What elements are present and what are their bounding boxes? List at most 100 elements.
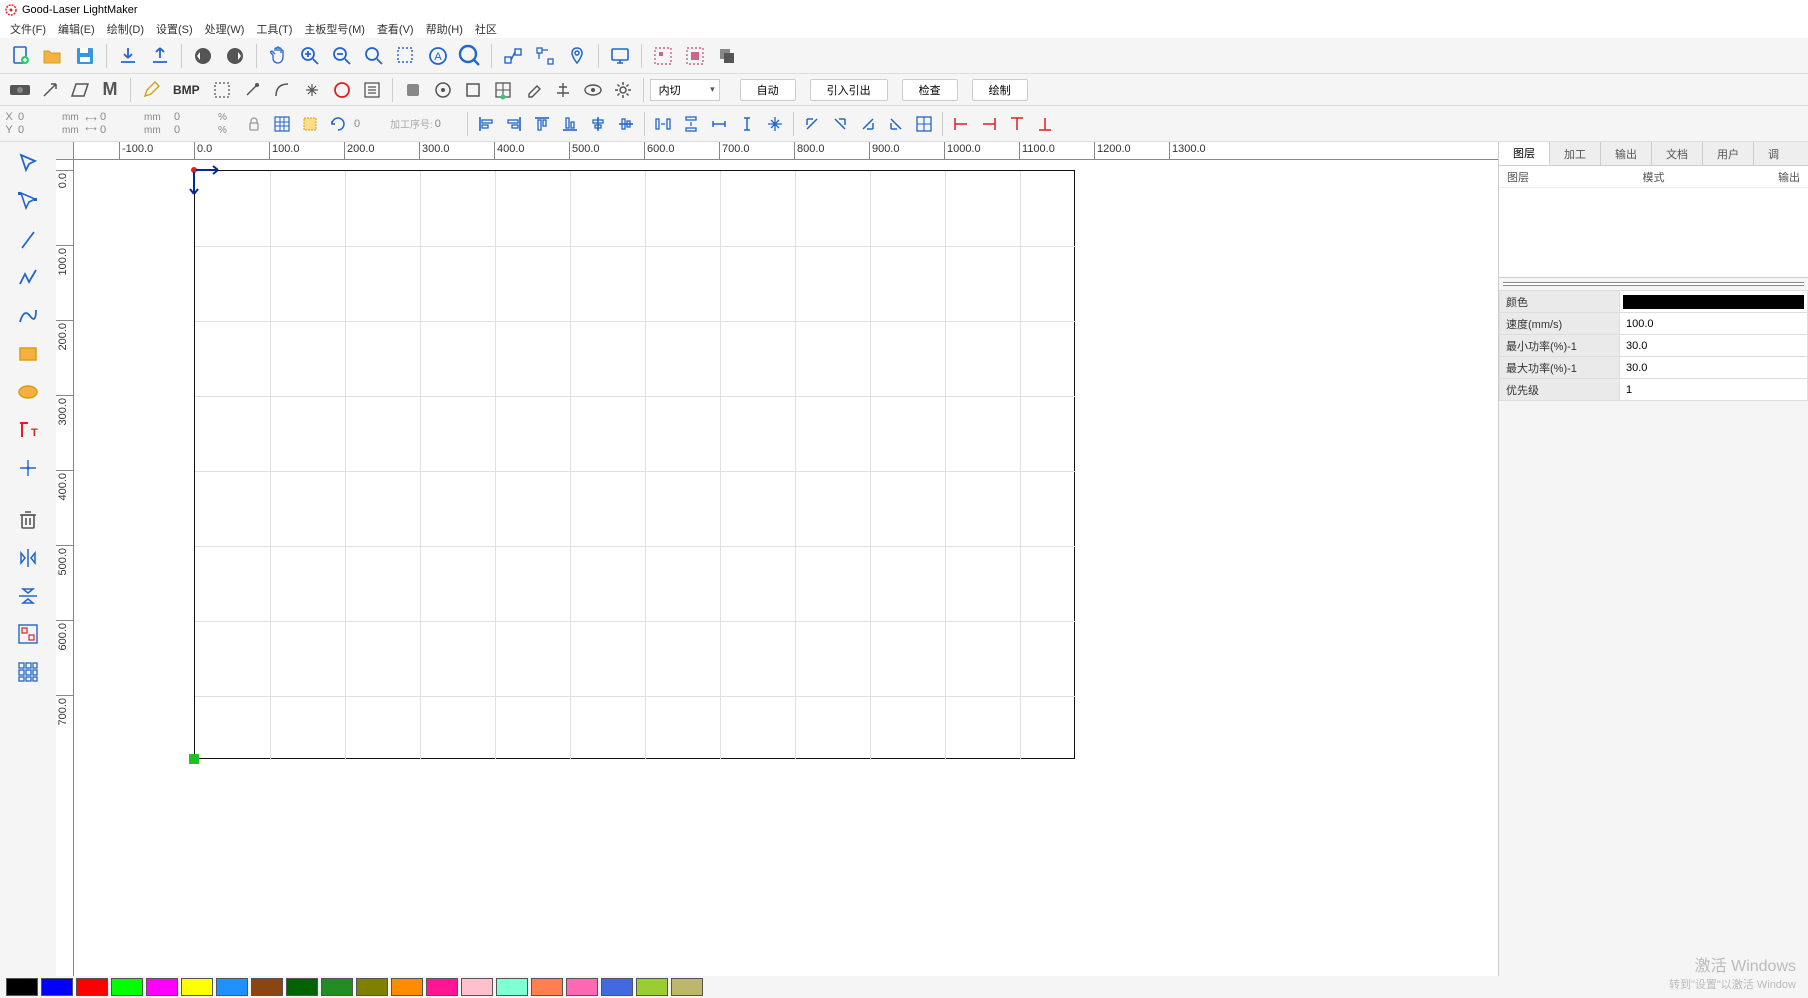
canvas-area[interactable]: -100.00.0100.0200.0300.0400.0500.0600.07… xyxy=(56,142,1498,976)
layer-box1-button[interactable] xyxy=(648,41,678,71)
curve-button[interactable] xyxy=(268,77,296,103)
star-button[interactable] xyxy=(298,77,326,103)
color-swatch[interactable] xyxy=(356,978,388,996)
align-top-button[interactable] xyxy=(528,111,556,137)
text-m-button[interactable]: M xyxy=(96,77,124,103)
wand-button[interactable] xyxy=(238,77,266,103)
same-width-button[interactable] xyxy=(705,111,733,137)
width-value[interactable]: 0 xyxy=(98,111,142,123)
color-swatch[interactable] xyxy=(461,978,493,996)
edge-button[interactable] xyxy=(208,77,236,103)
tab-output[interactable]: 输出 xyxy=(1601,142,1652,165)
corner-tl-button[interactable] xyxy=(798,111,826,137)
align-bottom-button[interactable] xyxy=(556,111,584,137)
align-right-button[interactable] xyxy=(500,111,528,137)
menu-process[interactable]: 处理(W) xyxy=(199,21,251,37)
redo-button[interactable] xyxy=(220,41,250,71)
color-swatch[interactable] xyxy=(531,978,563,996)
cut-mode-dropdown[interactable]: 内切 xyxy=(650,79,720,101)
rotate-value[interactable]: 0 xyxy=(352,118,382,130)
guide-v-top-button[interactable] xyxy=(1003,111,1031,137)
crosshair-tool[interactable] xyxy=(10,452,46,484)
preview-button[interactable] xyxy=(579,77,607,103)
parallelogram-button[interactable] xyxy=(66,77,94,103)
tab-layer[interactable]: 图层 xyxy=(1499,142,1550,165)
color-swatch[interactable] xyxy=(321,978,353,996)
anchor-grid-button[interactable] xyxy=(268,111,296,137)
menu-tools[interactable]: 工具(T) xyxy=(250,21,298,37)
distribute-v-button[interactable] xyxy=(677,111,705,137)
zoom-out-button[interactable] xyxy=(327,41,357,71)
tab-debug[interactable]: 调 xyxy=(1754,142,1793,165)
zoom-selection-button[interactable] xyxy=(391,41,421,71)
align-vcenter-button[interactable] xyxy=(612,111,640,137)
menu-edit[interactable]: 编辑(E) xyxy=(52,21,101,37)
color-swatch[interactable] xyxy=(496,978,528,996)
property-value[interactable]: 30.0 xyxy=(1620,357,1808,379)
menu-community[interactable]: 社区 xyxy=(469,21,503,37)
color-swatch[interactable] xyxy=(601,978,633,996)
menu-board[interactable]: 主板型号(M) xyxy=(298,21,371,37)
color-swatch[interactable] xyxy=(286,978,318,996)
color-swatch[interactable] xyxy=(76,978,108,996)
position-button[interactable] xyxy=(562,41,592,71)
menu-draw[interactable]: 绘制(D) xyxy=(101,21,150,37)
fill-button[interactable] xyxy=(399,77,427,103)
select-box-button[interactable] xyxy=(296,111,324,137)
check-button[interactable]: 检查 xyxy=(902,79,958,101)
processing-value[interactable]: 0 xyxy=(433,118,463,130)
tab-user[interactable]: 用户 xyxy=(1703,142,1754,165)
zoom-magnify-button[interactable] xyxy=(455,41,485,71)
property-value[interactable]: 100.0 xyxy=(1620,313,1808,335)
polyline-tool[interactable] xyxy=(10,262,46,294)
text-tool[interactable]: T xyxy=(10,414,46,446)
new-file-button[interactable] xyxy=(6,41,36,71)
pan-button[interactable] xyxy=(263,41,293,71)
same-height-button[interactable] xyxy=(733,111,761,137)
zoom-fit-button[interactable] xyxy=(359,41,389,71)
panel-divider[interactable] xyxy=(1503,282,1804,286)
tab-document[interactable]: 文档 xyxy=(1652,142,1703,165)
list-button[interactable] xyxy=(358,77,386,103)
export-button[interactable] xyxy=(145,41,175,71)
monitor-button[interactable] xyxy=(605,41,635,71)
layer-box2-button[interactable] xyxy=(680,41,710,71)
color-swatch[interactable] xyxy=(111,978,143,996)
guide-h-left-button[interactable] xyxy=(947,111,975,137)
center-canvas-button[interactable] xyxy=(761,111,789,137)
color-swatch[interactable] xyxy=(6,978,38,996)
delete-tool[interactable] xyxy=(10,504,46,536)
save-file-button[interactable] xyxy=(70,41,100,71)
layer-list[interactable] xyxy=(1499,188,1808,278)
menu-help[interactable]: 帮助(H) xyxy=(420,21,469,37)
zoom-in-button[interactable] xyxy=(295,41,325,71)
zoom-text-button[interactable]: A xyxy=(423,41,453,71)
line-arrow-button[interactable] xyxy=(36,77,64,103)
settings-gear-button[interactable] xyxy=(609,77,637,103)
corner-bl-button[interactable] xyxy=(882,111,910,137)
color-swatch[interactable] xyxy=(426,978,458,996)
y-value[interactable]: 0 xyxy=(16,124,60,136)
mirror-h-tool[interactable] xyxy=(10,542,46,574)
x-value[interactable]: 0 xyxy=(16,111,60,123)
rotate-button[interactable] xyxy=(324,111,352,137)
color-swatch[interactable] xyxy=(41,978,73,996)
color-swatch[interactable] xyxy=(181,978,213,996)
lock-aspect-button[interactable] xyxy=(240,111,268,137)
select-tool[interactable] xyxy=(10,148,46,180)
circle-dot-button[interactable] xyxy=(429,77,457,103)
property-value[interactable]: 30.0 xyxy=(1620,335,1808,357)
mirror-v-tool[interactable] xyxy=(10,580,46,612)
menu-view[interactable]: 查看(V) xyxy=(371,21,420,37)
canvas-inner[interactable] xyxy=(74,160,1498,976)
bezier-tool[interactable] xyxy=(10,300,46,332)
open-file-button[interactable] xyxy=(38,41,68,71)
corner-tr-button[interactable] xyxy=(826,111,854,137)
guide-h-right-button[interactable] xyxy=(975,111,1003,137)
grid-target-button[interactable] xyxy=(910,111,938,137)
snap-button[interactable] xyxy=(498,41,528,71)
menu-file[interactable]: 文件(F) xyxy=(4,21,52,37)
property-value[interactable] xyxy=(1620,291,1808,313)
rect-button[interactable] xyxy=(459,77,487,103)
node-edit-button[interactable] xyxy=(530,41,560,71)
